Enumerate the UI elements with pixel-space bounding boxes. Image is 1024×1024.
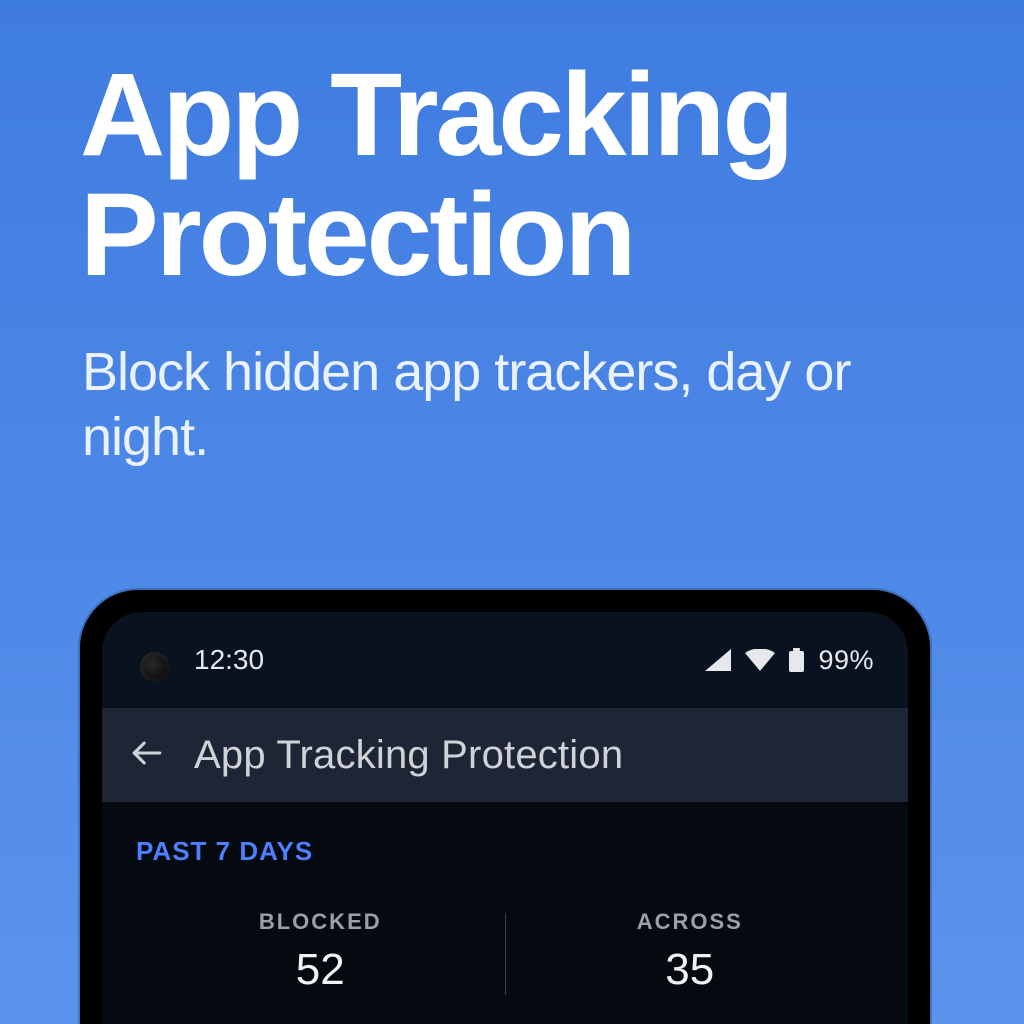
stat-across-value: 35 — [506, 945, 875, 995]
cell-signal-icon — [705, 649, 731, 671]
stat-blocked: BLOCKED 52 — [136, 909, 505, 995]
stat-blocked-value: 52 — [136, 945, 505, 995]
stat-blocked-label: BLOCKED — [136, 909, 505, 935]
wifi-icon — [745, 649, 775, 671]
status-time: 12:30 — [194, 644, 264, 676]
hero-title: App Tracking Protection — [80, 55, 984, 296]
battery-icon — [789, 648, 804, 672]
stat-across: ACROSS 35 — [506, 909, 875, 995]
status-right: 99% — [705, 645, 874, 676]
phone-frame: 12:30 99% — [80, 590, 930, 1024]
promo-canvas: App Tracking Protection Block hidden app… — [0, 0, 1024, 1024]
phone-screen: 12:30 99% — [102, 612, 908, 1024]
front-camera-icon — [140, 652, 170, 682]
app-bar-title: App Tracking Protection — [194, 733, 623, 778]
section-label-past-7-days: PAST 7 DAYS — [136, 836, 874, 867]
stat-across-label: ACROSS — [506, 909, 875, 935]
status-battery-percent: 99% — [818, 645, 874, 676]
stats-row: BLOCKED 52 ACROSS 35 — [136, 909, 874, 995]
hero-subtitle: Block hidden app trackers, day or night. — [82, 340, 964, 470]
screen-content: PAST 7 DAYS BLOCKED 52 ACROSS 35 — [102, 802, 908, 1024]
app-bar: App Tracking Protection — [102, 708, 908, 802]
status-bar: 12:30 99% — [102, 612, 908, 708]
back-arrow-icon[interactable] — [130, 736, 164, 775]
